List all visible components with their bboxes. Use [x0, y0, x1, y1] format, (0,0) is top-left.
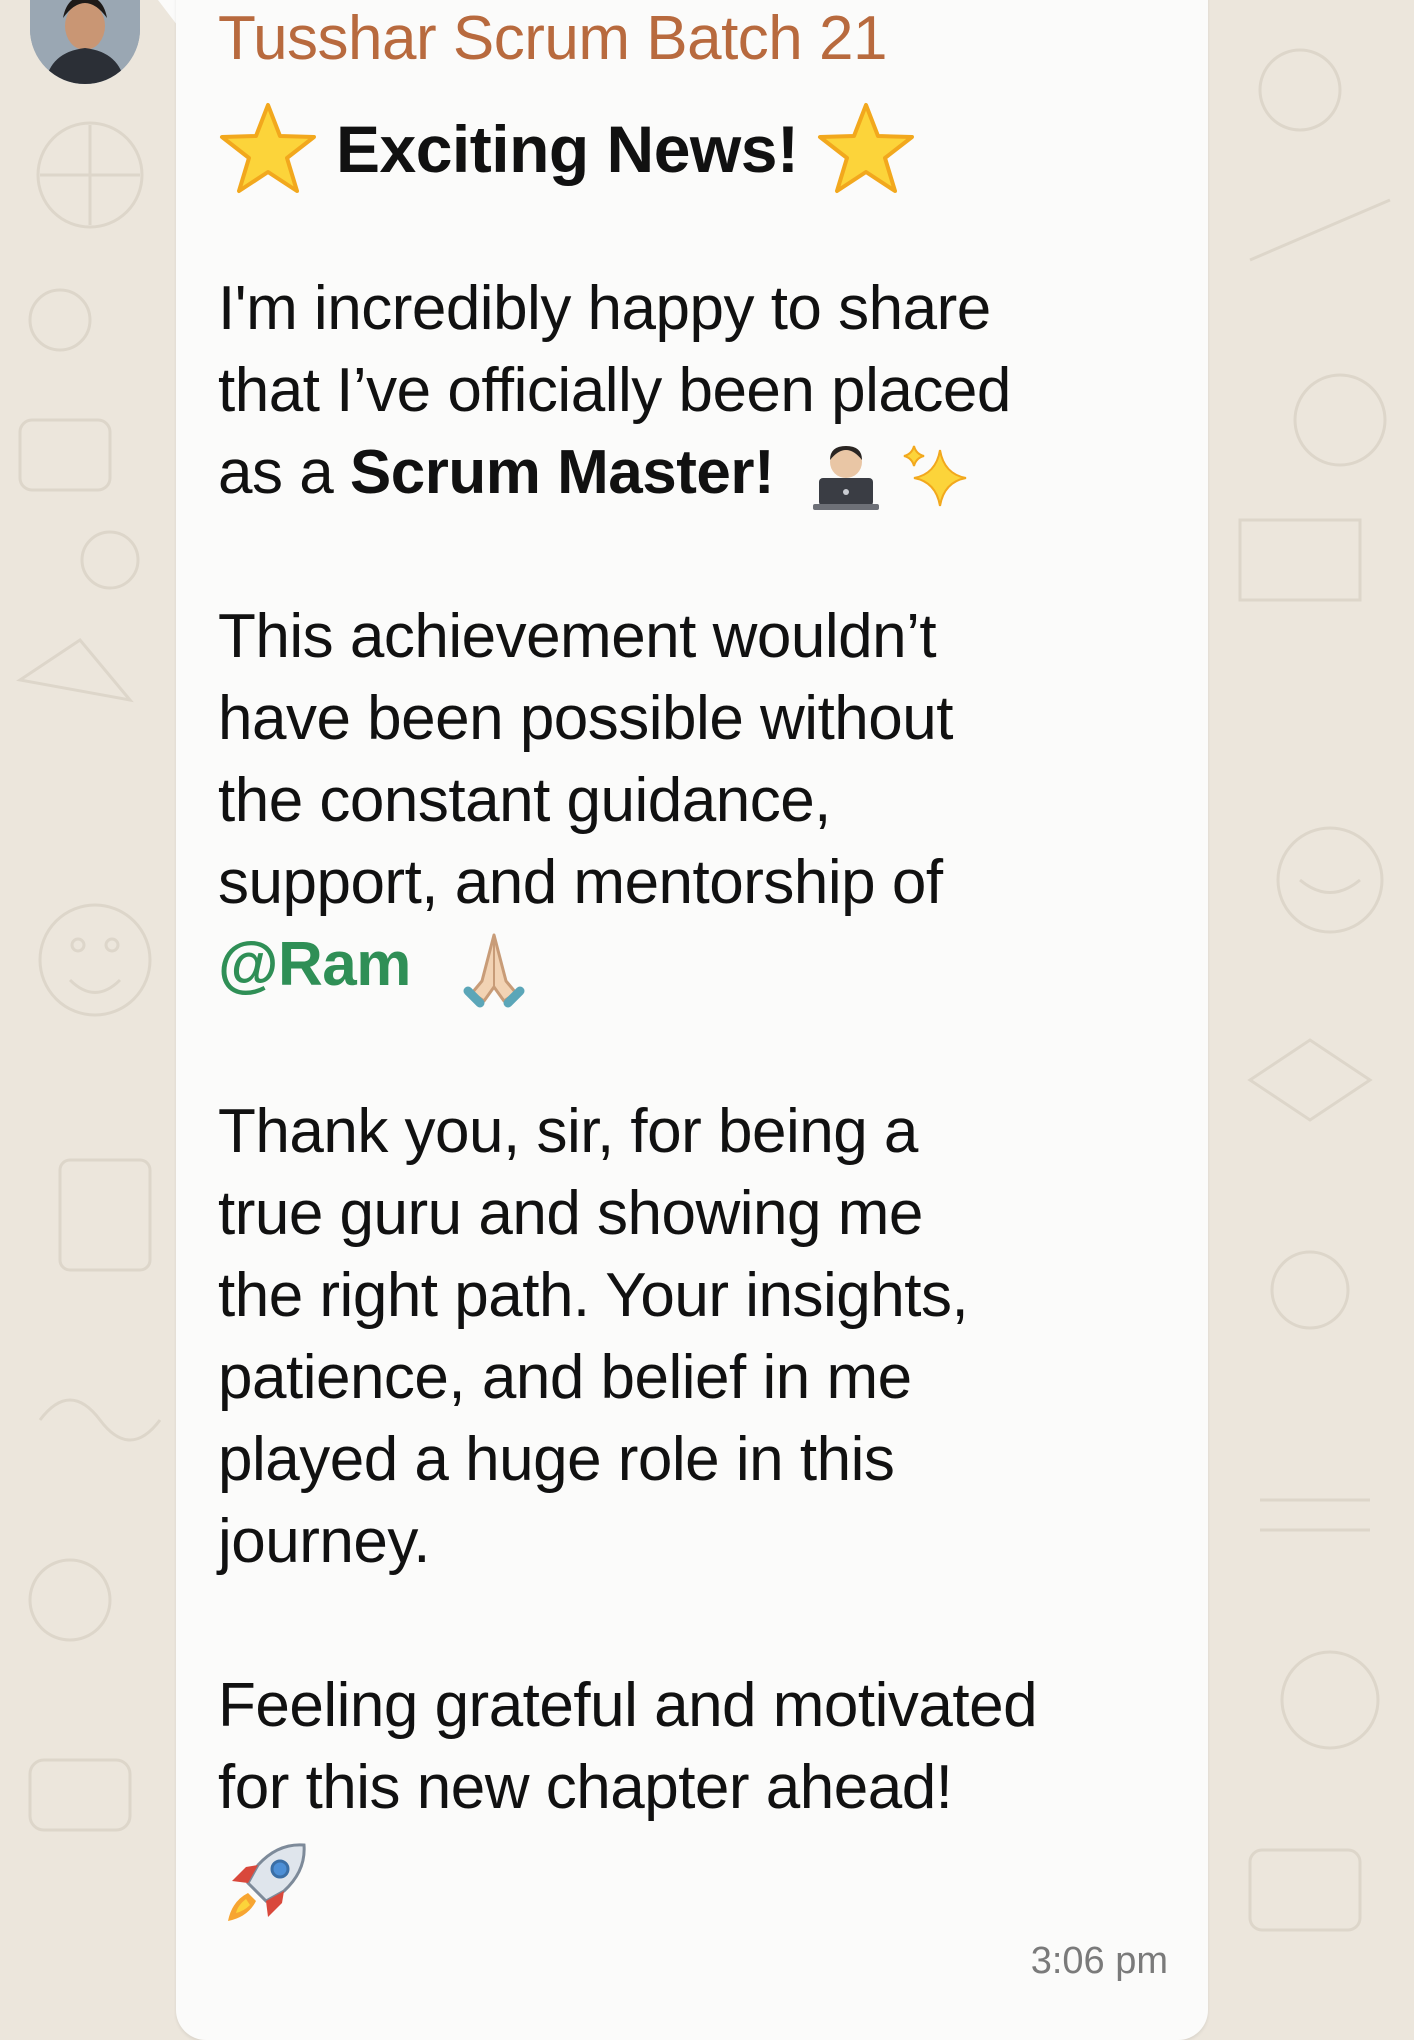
message-content: Tusshar Scrum Batch 21 Exciting News! I'…	[218, 0, 1178, 1931]
text-line: This achievement wouldn’t	[218, 602, 937, 671]
sender-name[interactable]: Tusshar Scrum Batch 21	[218, 0, 1178, 76]
headline: Exciting News!	[336, 112, 799, 186]
text-line: for this new chapter ahead!	[218, 1752, 953, 1822]
paragraph-4: Feeling grateful and motivated for this …	[218, 1665, 1178, 1931]
scrum-master-text: Scrum Master!	[349, 438, 775, 507]
sender-avatar[interactable]	[30, 0, 140, 84]
mention-link[interactable]: @Ram	[218, 930, 411, 999]
text-line: Thank you, sir, for being a	[218, 1096, 918, 1166]
text-line: have been possible without	[218, 684, 953, 753]
text-line: I'm incredibly happy to share	[218, 274, 991, 343]
paragraph-3: Thank you, sir, for being a true guru an…	[218, 1091, 1178, 1583]
text-line: journey.	[218, 1506, 430, 1576]
sparkles-icon	[903, 445, 966, 506]
headline-row: Exciting News!	[218, 90, 1178, 208]
text-line: patience, and belief in me	[218, 1342, 912, 1412]
star-icon	[220, 103, 316, 193]
text-line: Feeling grateful and motivated	[218, 1670, 1038, 1740]
text-line: true guru and showing me	[218, 1178, 923, 1248]
text-line: as a	[218, 438, 350, 507]
paragraph-2: This achievement wouldn’t have been poss…	[218, 596, 1178, 1009]
text-line: the constant guidance,	[218, 766, 831, 835]
star-icon	[818, 103, 915, 193]
text-line: support, and mentorship of	[218, 848, 943, 917]
text-line: played a huge role in this	[218, 1424, 895, 1494]
folded-hands-icon	[463, 933, 525, 1008]
text-line: that I’ve officially been placed	[218, 356, 1011, 425]
rocket-icon	[228, 1843, 306, 1921]
message-timestamp: 3:06 pm	[1030, 1940, 1168, 1982]
paragraph-1: I'm incredibly happy to share that I’ve …	[218, 268, 1178, 514]
text-line: the right path. Your insights,	[218, 1260, 969, 1330]
avatar-photo-icon	[30, 0, 140, 84]
technologist-icon	[812, 445, 879, 510]
